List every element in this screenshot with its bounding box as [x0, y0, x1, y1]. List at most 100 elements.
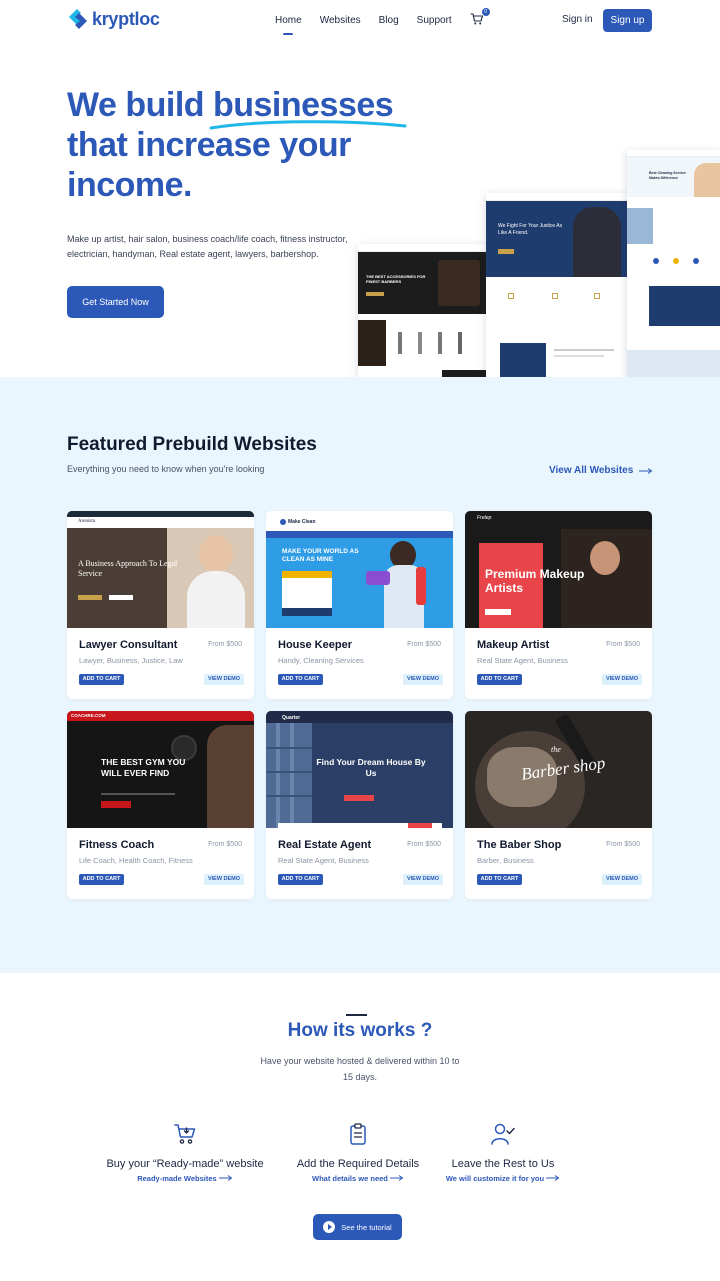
cart-count-badge: 0	[481, 8, 490, 16]
card-thumbnail[interactable]: Fretep Premium Makeup Artists	[465, 511, 652, 628]
cart-icon	[174, 1124, 196, 1144]
cart-button[interactable]: 0	[470, 8, 490, 26]
add-to-cart-button[interactable]: ADD TO CART	[477, 674, 522, 685]
website-card-house-keeper[interactable]: Make Clean MAKE YOUR WORLD AS CLEAN AS M…	[266, 511, 453, 699]
view-demo-button[interactable]: VIEW DEMO	[204, 874, 244, 885]
featured-title: Featured Prebuild Websites	[67, 434, 317, 455]
nav-link-support[interactable]: Support	[417, 15, 452, 26]
see-tutorial-button[interactable]: See the tutorial	[313, 1214, 402, 1240]
nav-link-blog[interactable]: Blog	[379, 15, 399, 26]
hero-title-highlight: businesses	[209, 85, 407, 130]
mockup-hero-banner: Best Cleaning Service Makes Difference	[627, 157, 720, 197]
nav-link-websites[interactable]: Websites	[320, 15, 361, 26]
sign-in-link[interactable]: Sign in	[562, 14, 593, 25]
hero-mockup-law: We Fight For Your Justice As Like A Frie…	[486, 193, 627, 377]
logo-icon	[69, 9, 87, 29]
we-customize-link[interactable]: We will customize it for you	[403, 1174, 603, 1183]
card-price: From $500	[407, 841, 441, 848]
add-to-cart-button[interactable]: ADD TO CART	[278, 674, 323, 685]
arrow-right-icon	[218, 1175, 233, 1181]
mockup-heading: THE BEST ACCESSORIES FOR FINEST BARBERS	[366, 274, 426, 284]
mockup-product-promo	[358, 320, 386, 366]
thumb-heading: THE BEST GYM YOU WILL EVER FIND	[101, 757, 186, 778]
arrow-right-icon	[546, 1175, 560, 1181]
mockup-feature-row	[486, 289, 627, 319]
hero-mockup-cleaning: Best Cleaning Service Makes Difference	[627, 150, 720, 377]
step-title: Leave the Rest to Us	[451, 1158, 555, 1170]
mockup-button	[366, 292, 384, 296]
website-card-barber-shop[interactable]: the Barber shop The Baber Shop From $500…	[465, 711, 652, 899]
website-card-lawyer[interactable]: Arenista A Business Approach To Legal Se…	[67, 511, 254, 699]
thumb-brand: the	[551, 745, 561, 754]
view-demo-button[interactable]: VIEW DEMO	[204, 674, 244, 685]
step-link-label: What details we need	[312, 1174, 388, 1183]
mockup-hero-banner: THE BEST ACCESSORIES FOR FINEST BARBERS	[358, 252, 486, 314]
hero-mockup-barber: THE BEST ACCESSORIES FOR FINEST BARBERS	[358, 244, 486, 377]
thumb-brand: Arenista	[78, 519, 95, 524]
view-demo-button[interactable]: VIEW DEMO	[403, 874, 443, 885]
card-price: From $500	[208, 641, 242, 648]
thumb-brand: Quarter	[282, 715, 301, 721]
underline-decoration	[209, 120, 407, 130]
thumb-brand: Make Clean	[288, 519, 316, 525]
arrow-right-icon	[389, 1175, 404, 1181]
hero-title-line3: income.	[67, 166, 192, 204]
view-all-websites-link[interactable]: View All Websites	[549, 465, 653, 476]
cart-icon	[470, 13, 483, 25]
lawyer-portrait-image	[573, 207, 621, 277]
card-categories: Handy, Cleaning Services	[278, 656, 364, 665]
card-thumbnail[interactable]: Quarter Find Your Dream House By Us	[266, 711, 453, 828]
add-to-cart-button[interactable]: ADD TO CART	[79, 674, 124, 685]
card-thumbnail[interactable]: the Barber shop	[465, 711, 652, 828]
card-title: The Baber Shop	[477, 839, 562, 851]
view-all-label: View All Websites	[549, 465, 634, 476]
featured-section: Featured Prebuild Websites Everything yo…	[0, 377, 720, 973]
play-icon	[323, 1221, 336, 1233]
how-it-works-title: How its works ?	[287, 1020, 433, 1041]
card-thumbnail[interactable]: COACHRE.COM THE BEST GYM YOU WILL EVER F…	[67, 711, 254, 828]
card-price: From $500	[208, 841, 242, 848]
card-categories: Real State Agent, Business	[278, 856, 369, 865]
website-card-real-estate-agent[interactable]: Quarter Find Your Dream House By Us Real…	[266, 711, 453, 899]
barber-chair-image	[438, 260, 480, 306]
view-demo-button[interactable]: VIEW DEMO	[602, 674, 642, 685]
add-to-cart-button[interactable]: ADD TO CART	[278, 874, 323, 885]
ready-made-websites-link[interactable]: Ready-made Websites	[85, 1174, 285, 1183]
mockup-heading: Best Cleaning Service Makes Difference	[649, 171, 686, 180]
card-price: From $500	[606, 841, 640, 848]
logo[interactable]: kryptloc	[67, 8, 160, 30]
thumb-heading: A Business Approach To Legal Service	[78, 559, 178, 578]
card-title: House Keeper	[278, 639, 352, 651]
card-categories: Life Coach, Health Coach, Fitness	[79, 856, 193, 865]
card-title: Real Estate Agent	[278, 839, 372, 851]
card-price: From $500	[407, 641, 441, 648]
step-link-label: Ready-made Websites	[137, 1174, 217, 1183]
thumb-heading: MAKE YOUR WORLD AS CLEAN AS MINE	[282, 548, 359, 563]
add-to-cart-button[interactable]: ADD TO CART	[79, 874, 124, 885]
website-card-makeup-artist[interactable]: Fretep Premium Makeup Artists Makeup Art…	[465, 511, 652, 699]
card-thumbnail[interactable]: Make Clean MAKE YOUR WORLD AS CLEAN AS M…	[266, 511, 453, 628]
nav-link-home[interactable]: Home	[275, 15, 302, 35]
view-demo-button[interactable]: VIEW DEMO	[602, 874, 642, 885]
user-check-icon	[491, 1123, 515, 1145]
hero-subtitle: Make up artist, hair salon, business coa…	[67, 234, 348, 259]
arrow-right-icon	[639, 467, 653, 474]
featured-subtitle: Everything you need to know when you're …	[67, 464, 265, 474]
sign-up-button[interactable]: Sign up	[603, 9, 652, 32]
website-card-fitness-coach[interactable]: COACHRE.COM THE BEST GYM YOU WILL EVER F…	[67, 711, 254, 899]
thumb-heading: Premium Makeup Artists	[485, 567, 585, 595]
step-link-label: We will customize it for you	[445, 1174, 545, 1183]
card-price: From $500	[606, 641, 640, 648]
mockup-product-row	[392, 328, 480, 358]
scales-image	[500, 343, 546, 377]
thumb-brand: COACHRE.COM	[71, 713, 106, 718]
how-it-works-subtitle: Have your website hosted & delivered wit…	[260, 1056, 460, 1082]
thumb-brand: Fretep	[477, 515, 492, 521]
mockup-navbar	[627, 150, 720, 157]
view-demo-button[interactable]: VIEW DEMO	[403, 674, 443, 685]
card-thumbnail[interactable]: Arenista A Business Approach To Legal Se…	[67, 511, 254, 628]
hero-title-part: We build	[67, 86, 213, 124]
nav-links: Home Websites Blog Support 0	[275, 8, 490, 35]
add-to-cart-button[interactable]: ADD TO CART	[477, 874, 522, 885]
get-started-button[interactable]: Get Started Now	[67, 286, 164, 318]
